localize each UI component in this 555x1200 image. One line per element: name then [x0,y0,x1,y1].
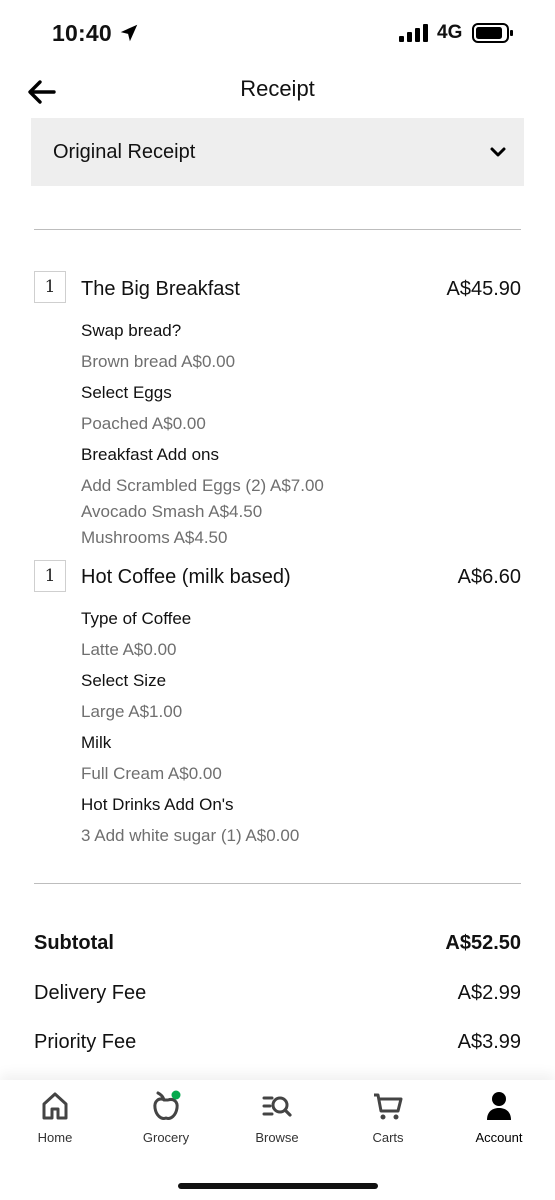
option-heading: Select Size [81,671,167,690]
receipt-type-label: Original Receipt [53,140,196,163]
receipt-type-dropdown[interactable]: Original Receipt [31,118,524,186]
option-heading: Swap bread? [81,321,182,340]
subtotal-value: A$52.50 [445,932,521,954]
delivery-fee-value: A$2.99 [457,982,521,1004]
delivery-fee-label: Delivery Fee [34,982,147,1004]
tab-grocery[interactable]: Grocery [121,1090,211,1150]
tab-carts[interactable]: Carts [343,1090,433,1150]
battery-icon [472,23,513,43]
tab-home[interactable]: Home [10,1090,100,1150]
tab-label: Browse [255,1130,299,1145]
location-arrow-icon [120,24,138,42]
divider [34,229,521,230]
tab-browse[interactable]: Browse [232,1090,322,1150]
option-value: Full Cream A$0.00 [81,764,222,783]
page-title: Receipt [240,76,315,101]
tab-label: Home [37,1130,73,1145]
tab-label: Grocery [142,1130,190,1145]
item-name: The Big Breakfast [81,278,240,300]
option-heading: Hot Drinks Add On's [81,795,234,814]
tab-label: Carts [372,1130,404,1145]
item-price: A$6.60 [457,566,521,588]
status-bar: 10:40 4G [0,0,555,66]
option-heading: Type of Coffee [81,609,192,628]
cellular-signal-icon [399,24,428,42]
tab-bar: Home Grocery Browse Carts Account [0,1080,555,1200]
option-value: Latte A$0.00 [81,640,177,659]
browse-icon [262,1096,292,1117]
item-quantity: 1 [34,560,66,592]
option-heading: Select Eggs [81,383,172,402]
cart-icon [374,1093,403,1120]
tab-account[interactable]: Account [454,1090,544,1150]
option-value: Poached A$0.00 [81,414,206,433]
option-value: Large A$1.00 [81,702,183,721]
network-type: 4G [437,22,463,43]
grocery-icon [153,1090,181,1120]
subtotal-label: Subtotal [34,932,114,954]
option-value: 3 Add white sugar (1) A$0.00 [81,826,300,845]
status-time: 10:40 [52,20,112,46]
option-value: Brown bread A$0.00 [81,352,236,371]
priority-fee-label: Priority Fee [34,1031,137,1053]
option-value: Avocado Smash A$4.50 [81,502,263,521]
option-value: Add Scrambled Eggs (2) A$7.00 [81,476,324,495]
chevron-down-icon [490,147,506,157]
option-heading: Milk [81,733,112,752]
home-indicator [178,1183,378,1189]
item-quantity: 1 [34,271,66,303]
home-icon [42,1092,68,1120]
account-icon [487,1092,511,1120]
divider [34,883,521,884]
item-price: A$45.90 [446,278,521,300]
item-name: Hot Coffee (milk based) [81,566,291,588]
tab-label: Account [475,1130,523,1145]
option-heading: Breakfast Add ons [81,445,219,464]
nav-bar: Receipt [0,66,555,114]
priority-fee-value: A$3.99 [457,1031,521,1053]
option-value: Mushrooms A$4.50 [81,528,228,547]
